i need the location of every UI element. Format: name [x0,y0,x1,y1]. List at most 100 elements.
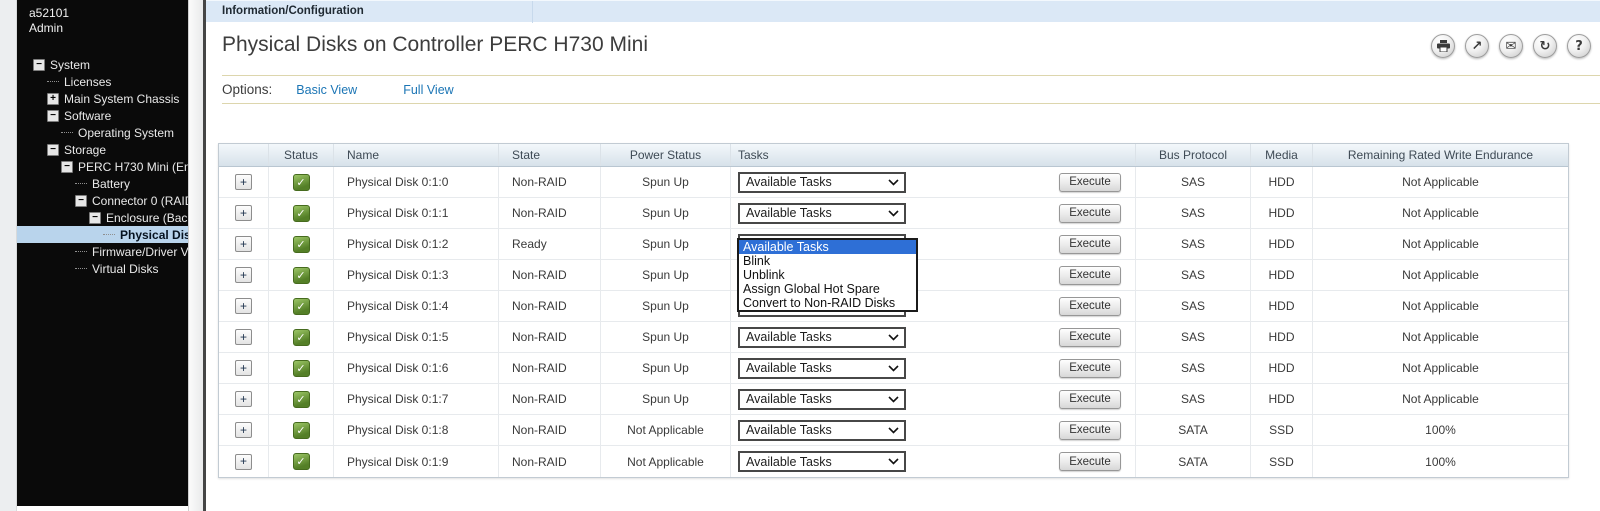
sidebar-item-virtual-disks[interactable]: Virtual Disks [17,260,188,277]
tasks-select[interactable]: Available Tasks [738,172,906,193]
expand-row-button[interactable]: + [235,267,252,283]
tree-connector [47,81,59,82]
tasks-select[interactable]: Available Tasks [738,358,906,379]
disk-power-status: Not Applicable [601,446,731,477]
username: a52101 [29,6,188,21]
sidebar-item-label: Operating System [78,126,174,140]
tasks-select-value: Available Tasks [746,361,832,375]
execute-button[interactable]: Execute [1059,328,1121,347]
action-icon-group: ↗ ✉ ↻ ? [1431,34,1591,58]
print-icon[interactable] [1431,34,1455,58]
disk-state: Non-RAID [499,167,601,197]
collapse-toggle-icon[interactable]: − [47,144,59,156]
collapse-toggle-icon[interactable]: − [47,110,59,122]
basic-view-link[interactable]: Basic View [296,83,357,97]
tasks-select[interactable]: Available Tasks [738,420,906,441]
tasks-select[interactable]: Available Tasks [738,451,906,472]
expand-row-button[interactable]: + [235,205,252,221]
sidebar-item-label: System [50,58,90,72]
disk-bus-protocol: SAS [1136,198,1251,228]
disk-name: Physical Disk 0:1:8 [334,415,499,445]
tasks-select-value: Available Tasks [746,330,832,344]
tab-information-configuration[interactable]: Information/Configuration [206,1,533,23]
table-row: + ✓ Physical Disk 0:1:8 Non-RAID Not App… [219,415,1568,446]
chevron-down-icon [888,365,899,372]
sidebar-item-label: Enclosure (Backp [106,211,188,225]
help-icon[interactable]: ? [1567,34,1591,58]
disk-endurance: 100% [1313,446,1568,477]
expand-row-button[interactable]: + [235,329,252,345]
expand-row-button[interactable]: + [235,174,252,190]
disk-power-status: Spun Up [601,353,731,383]
sidebar-item-label: Main System Chassis [64,92,179,106]
execute-button[interactable]: Execute [1059,204,1121,223]
disk-endurance: Not Applicable [1313,322,1568,352]
dropdown-option-unblink[interactable]: Unblink [739,268,916,282]
sidebar-item-operating-system[interactable]: Operating System [17,124,188,141]
tasks-select[interactable]: Available Tasks [738,327,906,348]
header-endurance: Remaining Rated Write Endurance [1313,144,1568,166]
expand-row-button[interactable]: + [235,360,252,376]
sidebar-scrollbar[interactable] [188,0,203,511]
disk-media: HDD [1251,322,1313,352]
title-row: Physical Disks on Controller PERC H730 M… [206,22,1600,75]
options-bar: Options: Basic View Full View [206,76,1600,103]
disk-bus-protocol: SATA [1136,415,1251,445]
sidebar-item-storage[interactable]: − Storage [17,141,188,158]
export-icon[interactable]: ↗ [1465,34,1489,58]
sidebar-item-licenses[interactable]: Licenses [17,73,188,90]
status-ok-icon: ✓ [293,391,310,408]
sidebar-item-main-system-chassis[interactable]: + Main System Chassis [17,90,188,107]
collapse-toggle-icon[interactable]: − [89,212,101,224]
expand-row-button[interactable]: + [235,391,252,407]
disk-endurance: Not Applicable [1313,291,1568,321]
execute-button[interactable]: Execute [1059,266,1121,285]
collapse-toggle-icon[interactable]: − [61,161,73,173]
table-row: + ✓ Physical Disk 0:1:7 Non-RAID Spun Up… [219,384,1568,415]
dropdown-option-convert-to-non-raid[interactable]: Convert to Non-RAID Disks [739,296,916,310]
execute-button[interactable]: Execute [1059,235,1121,254]
execute-button[interactable]: Execute [1059,452,1121,471]
sidebar-item-connector-0[interactable]: − Connector 0 (RAID) [17,192,188,209]
nav-tree: − System Licenses + Main System Chassis … [17,56,188,277]
execute-button[interactable]: Execute [1059,173,1121,192]
tasks-select[interactable]: Available Tasks [738,389,906,410]
execute-button[interactable]: Execute [1059,297,1121,316]
execute-button[interactable]: Execute [1059,359,1121,378]
sidebar-item-firmware-driver-versions[interactable]: Firmware/Driver Ve [17,243,188,260]
disk-state: Non-RAID [499,198,601,228]
dropdown-option-assign-global-hot-spare[interactable]: Assign Global Hot Spare [739,282,916,296]
status-ok-icon: ✓ [293,205,310,222]
disk-power-status: Not Applicable [601,415,731,445]
header-power-status: Power Status [601,144,731,166]
expand-row-button[interactable]: + [235,454,252,470]
tasks-select[interactable]: Available Tasks [738,203,906,224]
expand-row-button[interactable]: + [235,422,252,438]
full-view-link[interactable]: Full View [403,83,453,97]
sidebar-item-enclosure[interactable]: − Enclosure (Backp [17,209,188,226]
dropdown-option-available-tasks[interactable]: Available Tasks [739,240,916,254]
execute-button[interactable]: Execute [1059,390,1121,409]
sidebar-item-software[interactable]: − Software [17,107,188,124]
disk-state: Non-RAID [499,291,601,321]
email-icon[interactable]: ✉ [1499,34,1523,58]
sidebar-item-perc-h730-mini[interactable]: − PERC H730 Mini (Emb [17,158,188,175]
dropdown-option-blink[interactable]: Blink [739,254,916,268]
sidebar-item-system[interactable]: − System [17,56,188,73]
execute-button[interactable]: Execute [1059,421,1121,440]
status-ok-icon: ✓ [293,298,310,315]
sidebar-item-battery[interactable]: Battery [17,175,188,192]
expand-row-button[interactable]: + [235,236,252,252]
sidebar-item-physical-disks[interactable]: Physical Disk [17,226,188,243]
disk-endurance: Not Applicable [1313,353,1568,383]
expand-row-button[interactable]: + [235,298,252,314]
expand-toggle-icon[interactable]: + [47,93,59,105]
disk-endurance: Not Applicable [1313,167,1568,197]
refresh-icon[interactable]: ↻ [1533,34,1557,58]
chevron-down-icon [888,458,899,465]
disk-media: HDD [1251,353,1313,383]
collapse-toggle-icon[interactable]: − [33,59,45,71]
disk-bus-protocol: SAS [1136,353,1251,383]
collapse-toggle-icon[interactable]: − [75,195,87,207]
disk-endurance: Not Applicable [1313,260,1568,290]
